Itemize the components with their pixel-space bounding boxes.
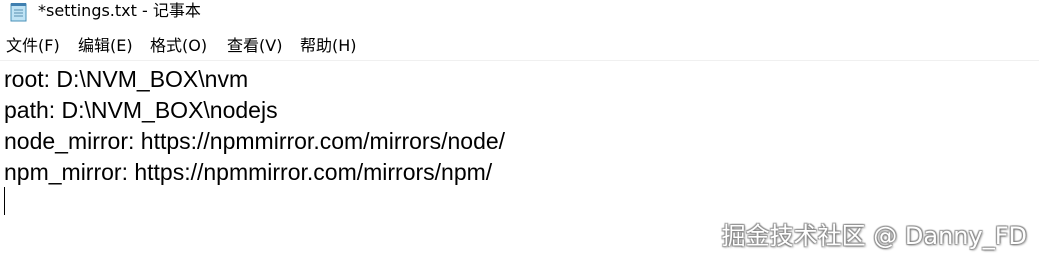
notepad-icon	[10, 2, 28, 22]
text-caret	[4, 187, 5, 215]
editor-line: node_mirror: https://npmmirror.com/mirro…	[4, 128, 506, 154]
menu-file[interactable]: 文件(F)	[6, 32, 60, 60]
menu-format[interactable]: 格式(O)	[150, 32, 207, 60]
title-bar[interactable]: *settings.txt - 记事本	[0, 0, 1039, 30]
editor-line: root: D:\NVM_BOX\nvm	[4, 66, 249, 92]
menu-bar: 文件(F) 编辑(E) 格式(O) 查看(V) 帮助(H)	[0, 32, 1039, 61]
menu-view[interactable]: 查看(V)	[227, 32, 282, 60]
window-title: *settings.txt - 记事本	[38, 1, 201, 20]
menu-edit[interactable]: 编辑(E)	[78, 32, 133, 60]
editor-line: npm_mirror: https://npmmirror.com/mirror…	[4, 159, 493, 185]
editor-line: path: D:\NVM_BOX\nodejs	[4, 97, 278, 123]
menu-help[interactable]: 帮助(H)	[300, 32, 357, 60]
watermark: 掘金技术社区 @ Danny_FD	[721, 222, 1027, 250]
